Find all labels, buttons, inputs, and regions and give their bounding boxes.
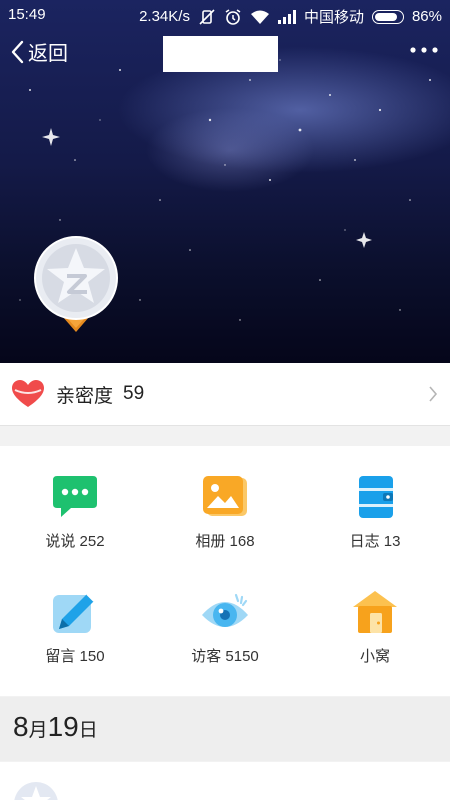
- status-bar: 15:49 2.34K/s 中国移动 86%: [0, 0, 450, 32]
- feature-label: 相册 168: [195, 533, 255, 550]
- feed-date-header: 8月19日: [0, 697, 450, 761]
- photo-album-icon: [203, 476, 247, 516]
- profile-avatar[interactable]: [33, 236, 119, 334]
- vibrate-mute-icon: [199, 8, 215, 25]
- feature-message-board[interactable]: 留言 150: [0, 561, 150, 676]
- feature-label: 日志 13: [349, 533, 401, 550]
- feature-grid: 说说 252 相册 168 日志 13 留言 150 访客 5150 小窝: [0, 446, 450, 696]
- intimacy-row[interactable]: 亲密度 59: [0, 363, 450, 426]
- feed-date: 8月19日: [13, 711, 98, 743]
- chat-bubble-icon: [53, 476, 97, 517]
- carrier-name: 中国移动: [303, 9, 364, 26]
- feed-avatar: [14, 782, 58, 800]
- feed-card[interactable]: [0, 762, 450, 800]
- date-day: 19: [47, 711, 79, 742]
- more-options-icon[interactable]: [408, 40, 440, 60]
- wifi-icon: [250, 10, 269, 24]
- intimacy-label: 亲密度: [56, 385, 114, 407]
- feature-label: 留言 150: [45, 648, 105, 665]
- feature-blog[interactable]: 日志 13: [300, 446, 450, 561]
- chevron-left-icon: [11, 40, 24, 63]
- feature-label: 小窝: [359, 648, 390, 665]
- message-board-pen-icon: [53, 593, 95, 633]
- battery-percent: 86%: [411, 8, 442, 25]
- cellular-signal-icon: [277, 9, 296, 24]
- feature-shuoshuo[interactable]: 说说 252: [0, 446, 150, 561]
- feature-label: 访客 5150: [191, 648, 259, 665]
- navigation-bar: 返回: [0, 34, 450, 72]
- battery-icon: [371, 9, 404, 24]
- blog-notebook-icon: [359, 476, 393, 518]
- page-title-redacted: [163, 36, 278, 72]
- status-indicators: 2.34K/s 中国移动 86%: [139, 6, 442, 27]
- visitor-eye-icon: [202, 593, 248, 627]
- feature-visitors[interactable]: 访客 5150: [150, 561, 300, 676]
- feature-label: 说说 252: [45, 533, 105, 550]
- chevron-right-icon: [429, 386, 438, 402]
- intimacy-value: 59: [123, 383, 145, 404]
- alarm-clock-icon: [225, 8, 241, 25]
- back-button[interactable]: 返回: [10, 37, 68, 66]
- heart-icon: [12, 380, 44, 407]
- home-house-icon: [353, 591, 397, 633]
- date-month: 8: [13, 711, 29, 742]
- status-time: 15:49: [8, 6, 46, 23]
- feature-album[interactable]: 相册 168: [150, 446, 300, 561]
- network-speed: 2.34K/s: [139, 8, 190, 25]
- back-label: 返回: [28, 43, 68, 65]
- date-month-unit: 月: [28, 720, 48, 741]
- feature-home[interactable]: 小窝: [300, 561, 450, 676]
- date-day-unit: 日: [78, 720, 98, 741]
